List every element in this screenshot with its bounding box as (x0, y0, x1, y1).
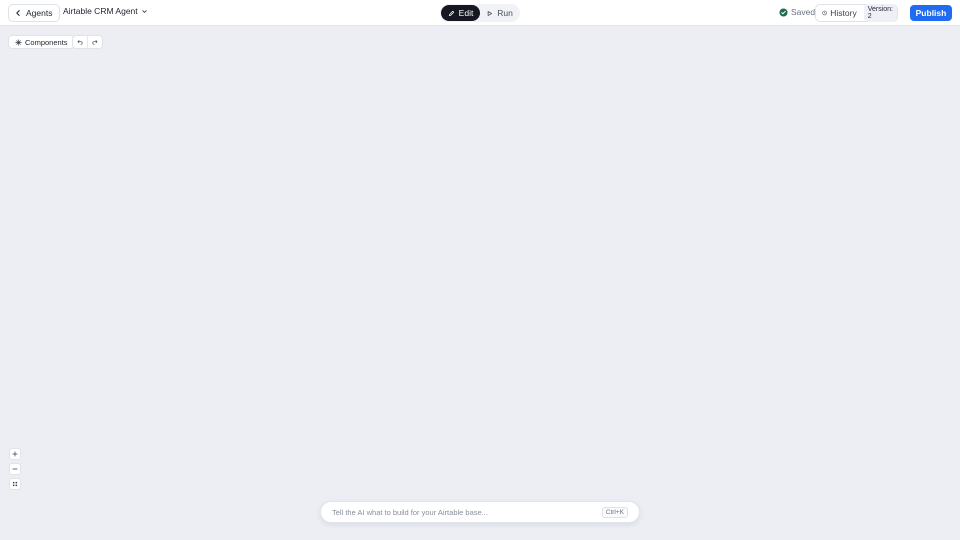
plus-icon (12, 451, 18, 457)
mode-edit-label: Edit (458, 8, 474, 18)
agent-name-dropdown[interactable]: Airtable CRM Agent (63, 6, 148, 16)
redo-button[interactable] (87, 36, 102, 48)
zoom-out-button[interactable] (9, 463, 21, 475)
undo-icon (77, 40, 83, 45)
history-button[interactable]: History Version: 2 (815, 4, 898, 22)
mode-edit-tab[interactable]: Edit (441, 5, 480, 21)
clock-history-icon (822, 10, 827, 16)
undo-button[interactable] (73, 36, 87, 48)
grid-icon (12, 481, 18, 487)
saved-label: Saved (791, 7, 816, 17)
mode-run-tab[interactable]: Run (480, 5, 519, 21)
chevron-left-icon (16, 10, 20, 16)
sparkle-icon (15, 38, 22, 46)
mode-toggle: Edit Run (440, 4, 520, 22)
chevron-down-icon (141, 9, 147, 13)
back-label: Agents (26, 8, 53, 18)
fit-view-button[interactable] (9, 478, 21, 490)
components-label: Components (25, 37, 68, 47)
shortcut-hint: Ctrl+K (601, 506, 628, 518)
publish-button[interactable]: Publish (910, 5, 952, 21)
back-to-agents-button[interactable]: Agents (8, 4, 61, 22)
top-bar: Agents Airtable CRM Agent Edit Run Saved… (0, 0, 960, 26)
history-label: History (830, 8, 857, 18)
check-circle-icon (779, 7, 788, 17)
saved-status: Saved (779, 7, 815, 17)
ai-prompt-bar: Ctrl+K (320, 501, 640, 523)
undo-redo-group (72, 35, 103, 49)
minus-icon (12, 468, 18, 470)
mode-run-label: Run (497, 8, 513, 18)
ai-prompt-input[interactable] (332, 507, 602, 517)
pencil-icon (448, 10, 454, 16)
components-button[interactable]: Components (8, 35, 75, 49)
agent-name: Airtable CRM Agent (63, 6, 138, 16)
zoom-in-button[interactable] (9, 448, 21, 460)
play-icon (487, 10, 493, 16)
version-badge: Version: 2 (863, 4, 897, 22)
redo-icon (92, 40, 98, 45)
